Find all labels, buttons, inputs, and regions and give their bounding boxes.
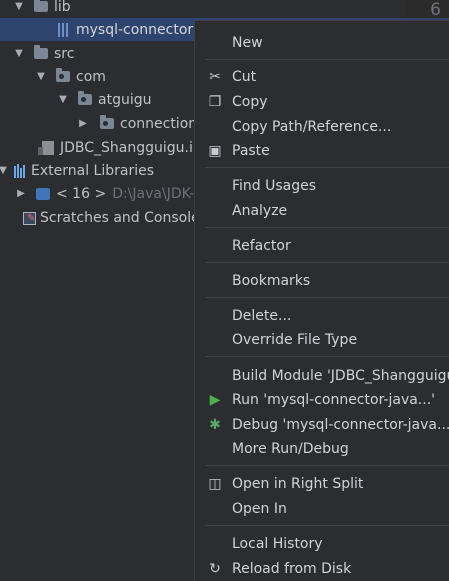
jar-icon — [58, 22, 68, 37]
tree-item-label: connectior — [120, 115, 195, 132]
menu-item-cut[interactable]: ✂ Cut — [195, 65, 449, 89]
tree-item-label: mysql-connector — [76, 21, 194, 38]
copy-icon: ❐ — [208, 94, 222, 110]
scratch-icon — [22, 211, 36, 225]
menu-separator — [205, 227, 449, 228]
chevron-right-icon[interactable]: ▶ — [14, 188, 28, 199]
tree-item-label: com — [76, 68, 106, 85]
menu-separator — [205, 262, 449, 263]
tree-item-label: Scratches and Consoles — [40, 209, 207, 226]
bug-icon: ✱ — [209, 417, 221, 433]
menu-item-debug[interactable]: ✱ Debug 'mysql-connector-java...' — [195, 413, 449, 437]
run-icon: ▶ — [209, 392, 221, 408]
chevron-right-icon[interactable]: ▶ — [76, 118, 90, 129]
tree-item-label: < 16 > — [56, 185, 107, 202]
chevron-down-icon[interactable]: ▼ — [0, 165, 10, 176]
menu-item-delete[interactable]: Delete... — [195, 304, 449, 328]
menu-separator — [205, 525, 449, 526]
reload-icon: ↻ — [209, 561, 221, 577]
menu-separator — [205, 356, 449, 357]
menu-item-copy[interactable]: ❐ Copy — [195, 90, 449, 114]
menu-item-override-file-type[interactable]: Override File Type — [195, 328, 449, 352]
module-file-icon — [38, 140, 54, 155]
folder-icon — [34, 0, 48, 12]
menu-separator — [205, 465, 449, 466]
menu-item-find-usages[interactable]: Find Usages — [195, 174, 449, 198]
tree-item-label: JDBC_Shangguigu.ir — [60, 139, 199, 156]
menu-separator — [205, 297, 449, 298]
menu-item-copy-path[interactable]: Copy Path/Reference... — [195, 115, 449, 139]
chevron-down-icon[interactable]: ▼ — [12, 1, 26, 12]
chevron-down-icon[interactable]: ▼ — [34, 71, 48, 82]
menu-item-paste[interactable]: ▣ Paste — [195, 139, 449, 163]
menu-item-reload-from-disk[interactable]: ↻ Reload from Disk — [195, 557, 449, 581]
menu-item-more-run-debug[interactable]: More Run/Debug — [195, 437, 449, 461]
menu-item-refactor[interactable]: Refactor — [195, 234, 449, 258]
menu-item-bookmarks[interactable]: Bookmarks — [195, 269, 449, 293]
menu-separator — [205, 59, 449, 60]
package-icon — [100, 115, 114, 129]
library-icon — [14, 163, 25, 178]
clipboard-icon: ▣ — [208, 143, 222, 159]
jdk-path: D:\Java\JDK- — [112, 185, 195, 202]
chevron-down-icon[interactable]: ▼ — [12, 48, 26, 59]
tree-item-label: src — [54, 45, 75, 62]
chevron-down-icon[interactable]: ▼ — [56, 94, 70, 105]
scissors-icon: ✂ — [209, 69, 221, 85]
menu-item-new[interactable]: New — [195, 31, 449, 55]
context-menu: New ✂ Cut ❐ Copy Copy Path/Reference... … — [194, 20, 449, 581]
menu-item-build-module[interactable]: Build Module 'JDBC_Shangguigu — [195, 364, 449, 388]
menu-item-local-history[interactable]: Local History — [195, 532, 449, 556]
tree-item-label: atguigu — [98, 91, 152, 108]
menu-separator — [205, 167, 449, 168]
menu-item-analyze[interactable]: Analyze — [195, 199, 449, 223]
tree-item-label: lib — [54, 0, 71, 15]
package-icon — [56, 68, 70, 82]
folder-icon — [34, 45, 48, 59]
package-icon — [78, 91, 92, 105]
split-icon: ◫ — [208, 476, 222, 492]
menu-item-open-in[interactable]: Open In — [195, 497, 449, 521]
jdk-icon — [36, 187, 50, 200]
menu-item-run[interactable]: ▶ Run 'mysql-connector-java...' — [195, 388, 449, 412]
tree-item-label: External Libraries — [31, 162, 154, 179]
tree-item-lib[interactable]: ▼ lib — [0, 0, 449, 18]
menu-item-open-right-split[interactable]: ◫ Open in Right Split — [195, 472, 449, 496]
